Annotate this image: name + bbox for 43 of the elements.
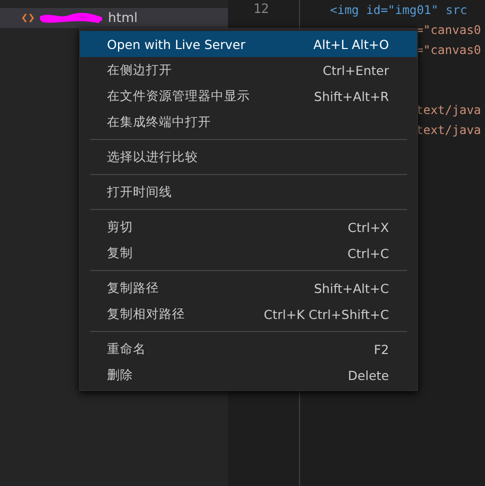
code-text: ="canvas0 [416, 43, 482, 57]
menu-item[interactable]: 删除 Delete [80, 362, 417, 388]
menu-item[interactable]: 复制相对路径 Ctrl+K Ctrl+Shift+C [80, 301, 417, 327]
shortcut-label: Shift+Alt+C [314, 280, 389, 296]
menu-label: 打开时间线 [107, 184, 172, 200]
menu-item[interactable]: 打开时间线 [80, 179, 417, 205]
menu-label: 重命名 [107, 340, 146, 358]
code-text: text/java [416, 123, 482, 137]
line-number: 12 [252, 1, 269, 19]
file-name: html [108, 10, 138, 26]
shortcut-label: Ctrl+K Ctrl+Shift+C [264, 306, 389, 322]
shortcut-label: Shift+Alt+R [314, 88, 389, 104]
menu-label: 在集成终端中打开 [107, 114, 211, 130]
menu-item[interactable]: 选择以进行比较 [80, 144, 417, 170]
menu-item[interactable]: Open with Live Server Alt+L Alt+O [80, 31, 417, 57]
shortcut-label: Delete [348, 368, 389, 382]
menu-item[interactable]: 剪切 Ctrl+X [80, 214, 417, 240]
menu-item[interactable]: 重命名 F2 [80, 336, 417, 362]
menu-item[interactable]: 在侧边打开 Ctrl+Enter [80, 57, 417, 83]
menu-item[interactable]: 在集成终端中打开 [80, 109, 417, 135]
shortcut-label: F2 [374, 342, 389, 356]
menu-label: 删除 [107, 366, 133, 384]
menu-label: 复制相对路径 [107, 306, 185, 322]
menu-label: 复制路径 [107, 280, 159, 296]
code-text: <img id="img01" src [330, 3, 468, 17]
menu-label: 在侧边打开 [107, 62, 172, 78]
menu-label: Open with Live Server [107, 36, 246, 52]
menu-label: 选择以进行比较 [107, 148, 198, 166]
shortcut-label: Alt+L Alt+O [313, 36, 389, 52]
menu-item[interactable]: 复制路径 Shift+Alt+C [80, 275, 417, 301]
menu-item[interactable]: 在文件资源管理器中显示 Shift+Alt+R [80, 83, 417, 109]
shortcut-label: Ctrl+X [348, 220, 389, 234]
menu-label: 剪切 [107, 218, 133, 236]
code-file-icon [22, 13, 34, 23]
shortcut-label: Ctrl+Enter [322, 62, 389, 78]
menu-label: 在文件资源管理器中显示 [107, 88, 250, 104]
file-row[interactable]: html [0, 8, 228, 28]
code-text: ="canvas0 [416, 23, 482, 37]
menu-label: 复制 [107, 244, 133, 262]
menu-item[interactable]: 复制 Ctrl+C [80, 240, 417, 266]
code-text: text/java [416, 103, 482, 117]
shortcut-label: Ctrl+C [348, 246, 389, 260]
scribble-drawing [40, 12, 102, 24]
